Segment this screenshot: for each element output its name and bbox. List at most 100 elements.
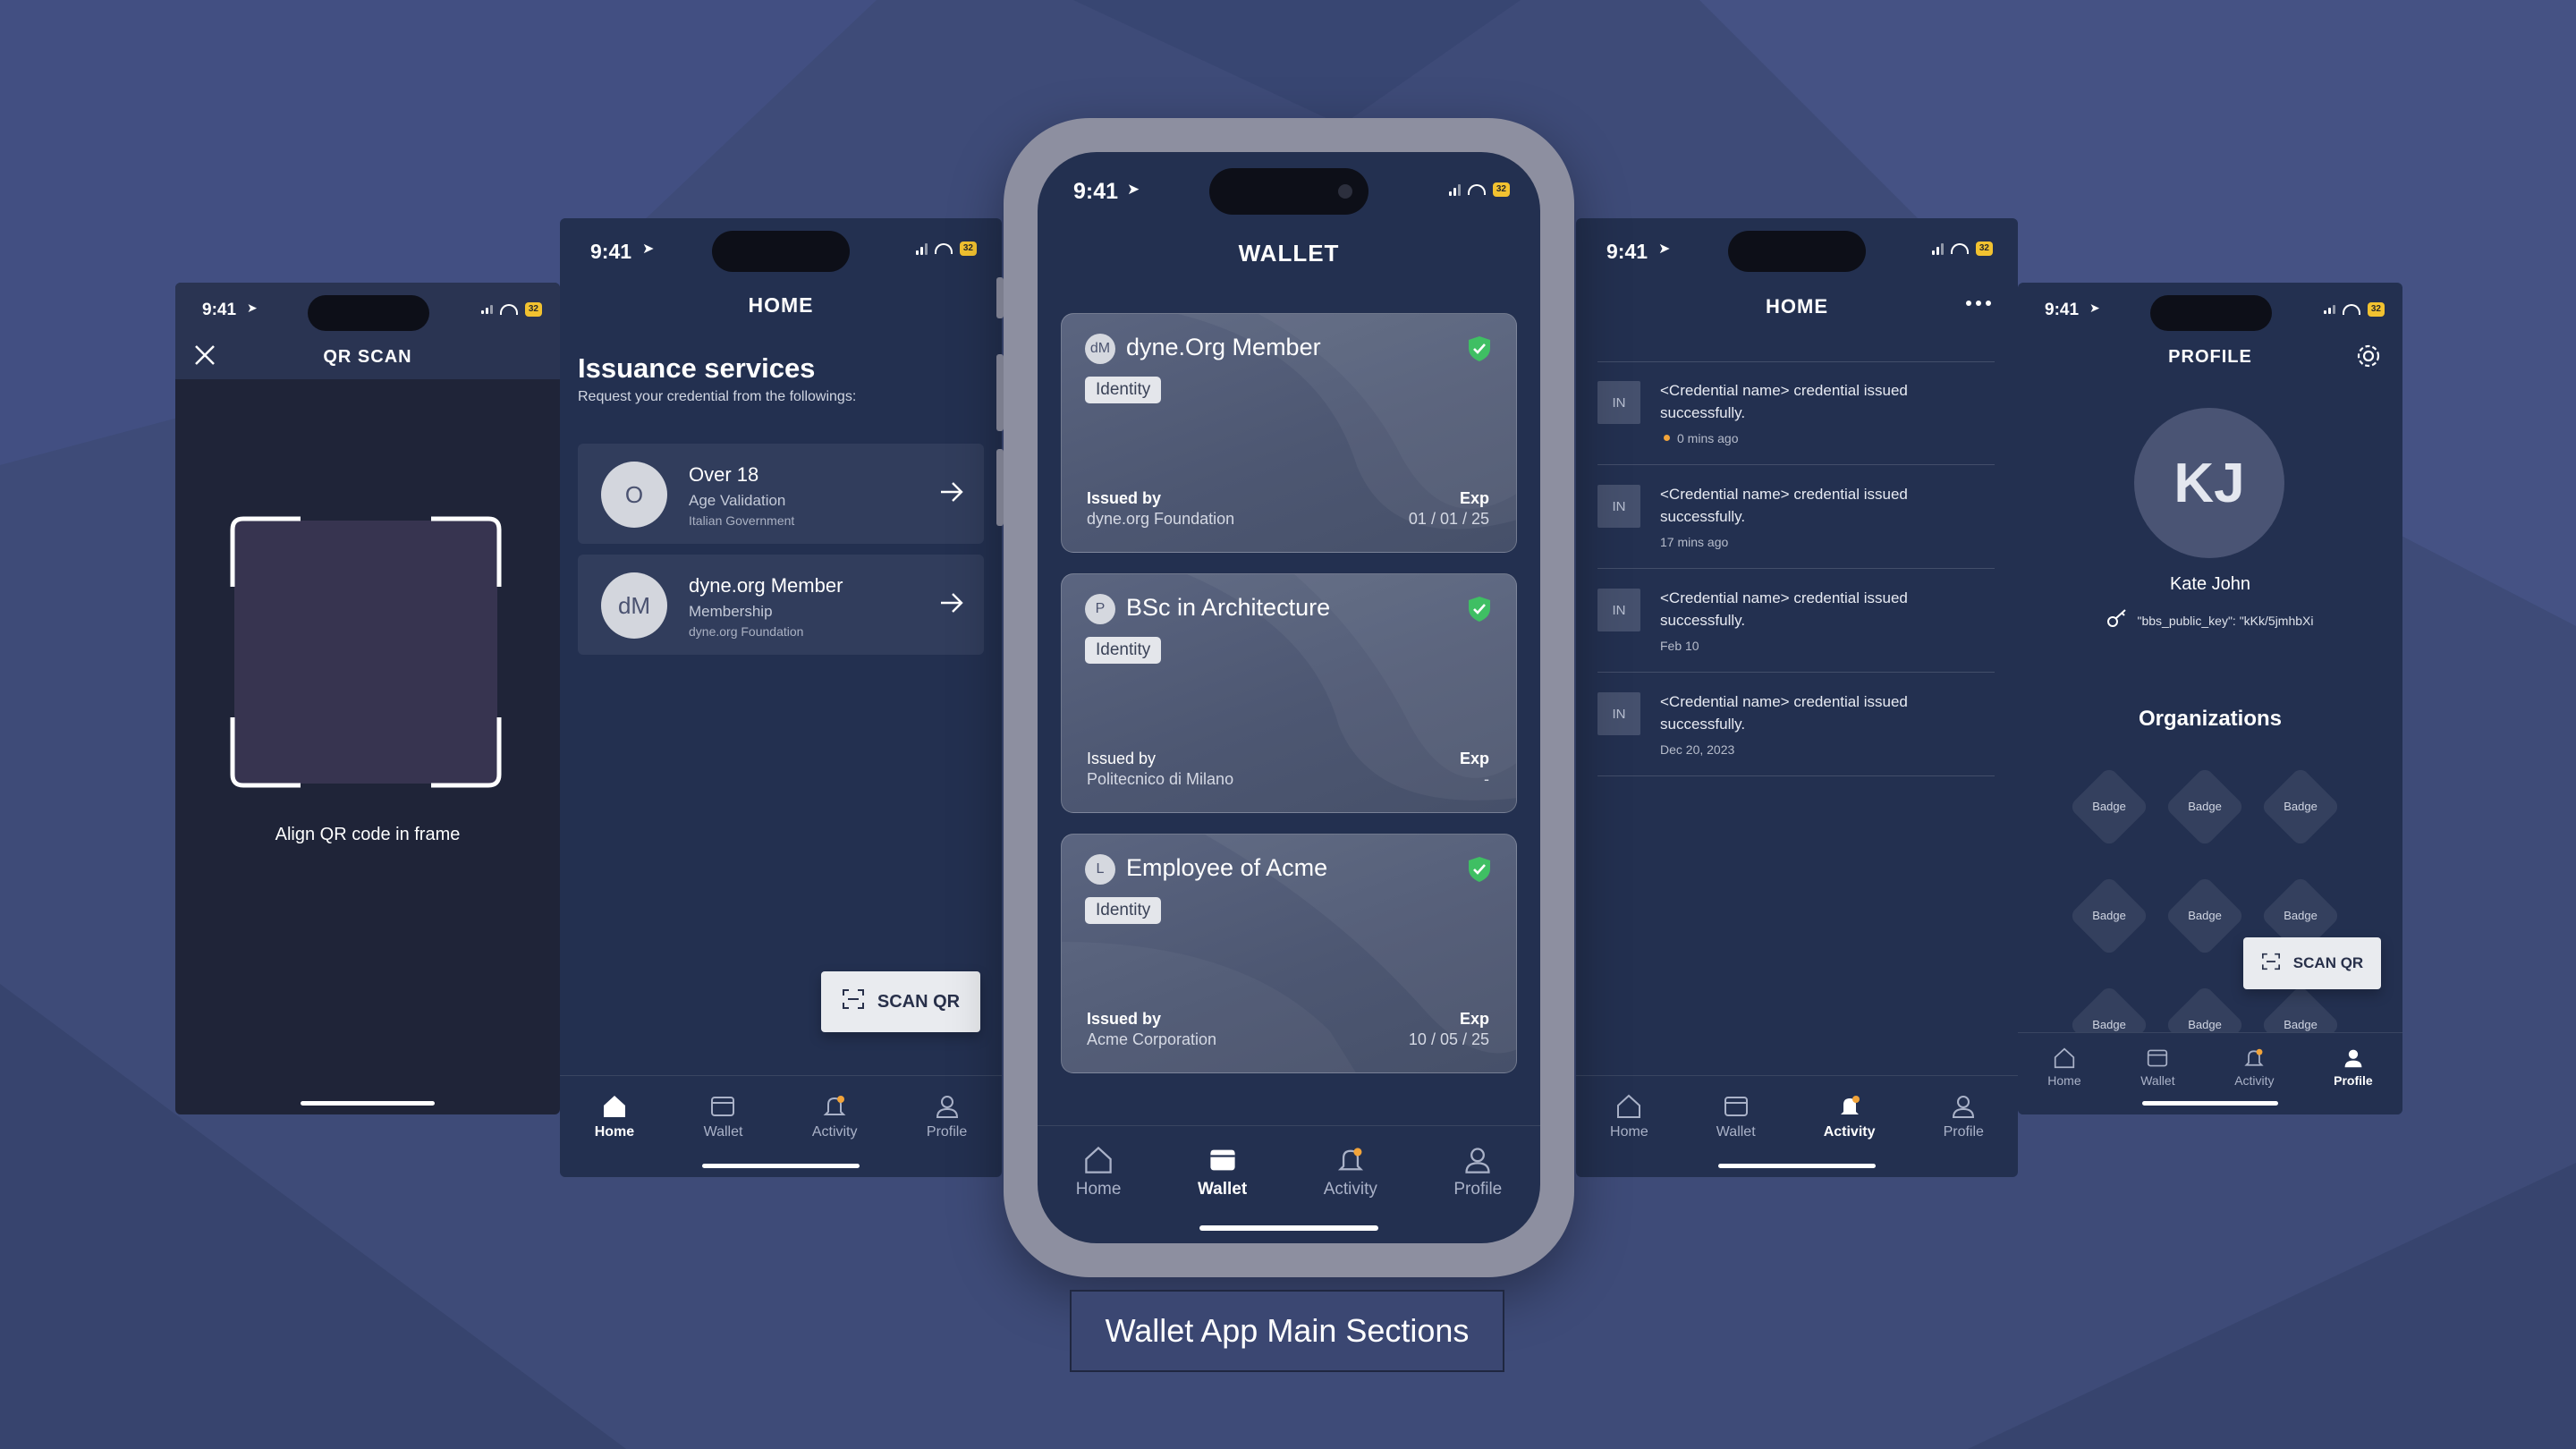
battery-icon: 32 — [2367, 302, 2385, 317]
key-icon — [2106, 608, 2128, 632]
credential-tag: Identity — [1085, 637, 1162, 664]
credential-card[interactable]: P BSc in Architecture Identity Issued by… — [1061, 573, 1517, 813]
issued-by-label: Issued by — [1087, 1010, 1162, 1028]
nav-wallet[interactable]: Wallet — [2140, 1047, 2175, 1088]
qr-scan-title: QR SCAN — [323, 347, 412, 367]
credential-avatar: L — [1085, 854, 1115, 885]
credential-card[interactable]: dM dyne.Org Member Identity Issued by dy… — [1061, 313, 1517, 553]
activity-time: 0 mins ago — [1660, 431, 1738, 445]
credential-name: BSc in Architecture — [1126, 594, 1331, 621]
battery-icon: 32 — [524, 302, 542, 317]
nav-home[interactable]: Home — [2047, 1047, 2081, 1088]
nav-activity[interactable]: Activity — [1824, 1094, 1876, 1140]
nav-activity[interactable]: Activity — [1324, 1146, 1377, 1199]
service-avatar: O — [601, 462, 667, 528]
nav-label: Activity — [811, 1124, 858, 1140]
nav-wallet[interactable]: Wallet — [704, 1094, 742, 1140]
avatar-initials: KJ — [2174, 452, 2245, 514]
public-key-value: "bbs_public_key": "kKk/5jmhbXi — [2137, 613, 2314, 628]
activity-item[interactable]: IN <Credential name> credential issued s… — [1597, 673, 1995, 776]
status-time: 9:41 — [1606, 240, 1648, 263]
signal-icon — [480, 305, 493, 314]
bell-icon — [1836, 1094, 1863, 1119]
status-icons: 32 — [1448, 182, 1510, 197]
bottom-nav: Home Wallet Activity Profile — [1576, 1075, 2018, 1177]
scan-qr-button[interactable]: SCAN QR — [821, 971, 980, 1032]
status-icons: 32 — [915, 242, 977, 256]
badge-label: Badge — [2284, 909, 2318, 922]
service-name: Over 18 — [689, 463, 759, 486]
activity-item[interactable]: IN <Credential name> credential issued s… — [1597, 569, 1995, 673]
scan-qr-label: SCAN QR — [877, 991, 961, 1012]
nav-home[interactable]: Home — [595, 1094, 634, 1140]
wifi-icon — [1467, 184, 1486, 195]
scan-qr-label: SCAN QR — [2292, 954, 2364, 971]
activity-message: <Credential name> credential issued succ… — [1660, 382, 1908, 421]
activity-time: Feb 10 — [1660, 639, 1699, 653]
credential-tag: Identity — [1085, 897, 1162, 924]
home-indicator — [2142, 1101, 2278, 1106]
status-icons: 32 — [480, 302, 542, 317]
bottom-nav: Home Wallet Activity Profile — [560, 1075, 1002, 1177]
nav-wallet[interactable]: Wallet — [1716, 1094, 1756, 1140]
nav-profile[interactable]: Profile — [2334, 1047, 2373, 1088]
exp-date: 10 / 05 / 25 — [1408, 1030, 1489, 1048]
more-icon[interactable] — [1966, 301, 1991, 306]
nav-label: Profile — [2334, 1073, 2373, 1088]
home-icon — [1083, 1146, 1114, 1174]
status-bar: 9:41 ➤ 32 — [1038, 152, 1540, 215]
nav-home[interactable]: Home — [1610, 1094, 1648, 1140]
qr-frame — [229, 515, 503, 789]
dynamic-island — [2150, 295, 2272, 331]
issued-by-label: Issued by — [1087, 750, 1157, 767]
user-icon — [934, 1094, 961, 1119]
service-issuer: dyne.org Foundation — [689, 624, 804, 639]
battery-icon: 32 — [1492, 182, 1510, 197]
scan-icon — [842, 988, 865, 1015]
activity-item[interactable]: IN <Credential name> credential issued s… — [1597, 361, 1995, 465]
gear-icon[interactable] — [2354, 342, 2383, 375]
badge-label: Badge — [2092, 800, 2126, 813]
scan-icon — [2261, 953, 2281, 975]
home-indicator — [1199, 1225, 1378, 1231]
qr-scan-screen: 9:41 ➤ 32 QR SCAN Align QR code in frame — [175, 283, 560, 1114]
badge-label: Badge — [2092, 909, 2126, 922]
nav-home[interactable]: Home — [1076, 1146, 1121, 1199]
status-icons: 32 — [1931, 242, 1993, 256]
service-item[interactable]: dM dyne.org Member Membership dyne.org F… — [578, 555, 984, 655]
nav-profile[interactable]: Profile — [1944, 1094, 1984, 1140]
status-bar: 9:41 ➤ 32 — [560, 218, 1002, 272]
nav-label: Home — [1610, 1124, 1648, 1140]
user-icon — [1950, 1094, 1977, 1119]
activity-item[interactable]: IN <Credential name> credential issued s… — [1597, 465, 1995, 569]
service-avatar: dM — [601, 572, 667, 639]
profile-title: PROFILE — [2168, 347, 2252, 367]
nav-wallet[interactable]: Wallet — [1198, 1146, 1247, 1199]
nav-label: Profile — [926, 1124, 968, 1140]
service-item[interactable]: O Over 18 Age Validation Italian Governm… — [578, 444, 984, 544]
activity-screen: 9:41 ➤ 32 HOME IN <Credential name> cred… — [1576, 218, 2018, 1177]
home-screen: 9:41 ➤ 32 HOME Issuance services Request… — [560, 218, 1002, 1177]
verified-shield-icon — [1468, 596, 1491, 627]
credential-card[interactable]: L Employee of Acme Identity Issued by Ac… — [1061, 834, 1517, 1073]
nav-label: Home — [2047, 1073, 2081, 1088]
nav-profile[interactable]: Profile — [1453, 1146, 1502, 1199]
battery-icon: 32 — [1975, 242, 1993, 256]
side-button — [996, 277, 1004, 318]
verified-shield-icon — [1468, 335, 1491, 367]
activity-message: <Credential name> credential issued succ… — [1660, 693, 1908, 733]
service-name: dyne.org Member — [689, 574, 843, 597]
profile-screen: 9:41 ➤ 32 PROFILE KJ Kate John "bbs_publ… — [2018, 283, 2402, 1114]
avatar: KJ — [2134, 408, 2284, 558]
bell-icon — [821, 1094, 848, 1119]
side-button — [996, 449, 1004, 526]
exp-date: - — [1484, 770, 1489, 788]
nav-activity[interactable]: Activity — [2234, 1047, 2275, 1088]
scan-qr-button[interactable]: SCAN QR — [2243, 937, 2381, 989]
nav-profile[interactable]: Profile — [927, 1094, 967, 1140]
wifi-icon — [2342, 304, 2360, 315]
activity-avatar: IN — [1597, 692, 1640, 735]
activity-message: <Credential name> credential issued succ… — [1660, 486, 1908, 525]
signal-icon — [1931, 242, 1944, 255]
nav-activity[interactable]: Activity — [812, 1094, 858, 1140]
